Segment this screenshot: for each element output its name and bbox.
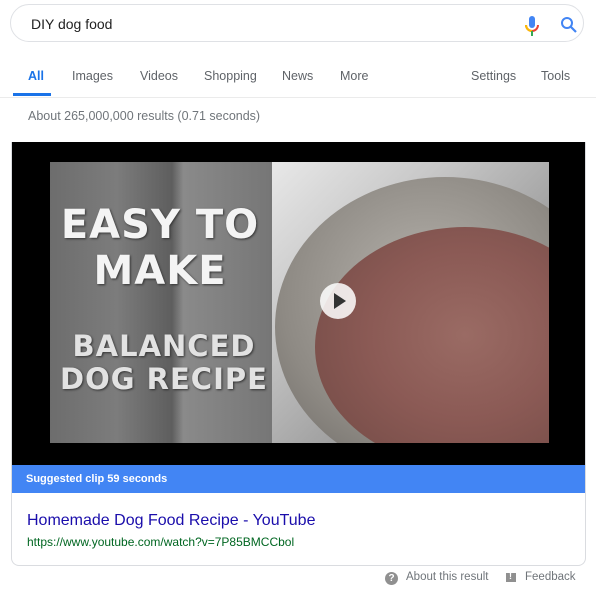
thumbnail-subheadline: BALANCED DOG RECIPE <box>60 329 268 396</box>
suggested-clip-label: Suggested clip 59 seconds <box>26 473 168 485</box>
tab-all[interactable]: All <box>28 69 44 83</box>
microphone-icon[interactable] <box>525 16 539 36</box>
tab-videos[interactable]: Videos <box>140 69 178 83</box>
suggested-clip-bar[interactable]: Suggested clip 59 seconds <box>12 465 585 493</box>
feedback-link[interactable]: Feedback <box>525 571 576 583</box>
search-icon[interactable] <box>560 16 578 34</box>
result-url[interactable]: https://www.youtube.com/watch?v=7P85BMCC… <box>27 535 294 549</box>
tools-link[interactable]: Tools <box>541 69 570 83</box>
search-input[interactable]: DIY dog food <box>31 16 112 32</box>
play-icon[interactable] <box>320 283 356 319</box>
tab-images[interactable]: Images <box>72 69 113 83</box>
settings-link[interactable]: Settings <box>471 69 516 83</box>
video-result-card: EASY TO MAKE BALANCED DOG RECIPE Suggest… <box>11 142 586 566</box>
about-this-result-link[interactable]: About this result <box>406 571 488 583</box>
feedback-icon[interactable] <box>506 571 516 582</box>
active-tab-indicator <box>13 93 51 96</box>
result-title-link[interactable]: Homemade Dog Food Recipe - YouTube <box>27 512 315 530</box>
video-player[interactable]: EASY TO MAKE BALANCED DOG RECIPE <box>12 142 585 465</box>
video-thumbnail[interactable]: EASY TO MAKE BALANCED DOG RECIPE <box>50 162 549 443</box>
tab-shopping[interactable]: Shopping <box>204 69 257 83</box>
search-box[interactable]: DIY dog food <box>10 4 584 42</box>
tab-news[interactable]: News <box>282 69 313 83</box>
tab-more[interactable]: More <box>340 69 368 83</box>
thumbnail-headline: EASY TO MAKE <box>60 202 260 294</box>
search-tabs: All Images Videos Shopping News More Set… <box>0 55 596 98</box>
result-stats: About 265,000,000 results (0.71 seconds) <box>28 109 261 123</box>
question-icon[interactable]: ? <box>385 572 398 585</box>
